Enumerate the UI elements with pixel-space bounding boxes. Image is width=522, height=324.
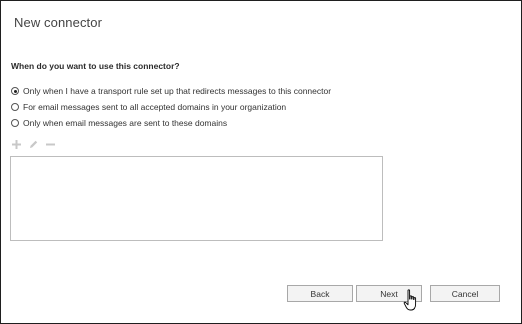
connector-usage-question: When do you want to use this connector? [11,61,180,71]
radio-specific-domains[interactable] [11,119,19,127]
dialog-title: New connector [14,15,103,30]
option-specific-domains-label: Only when email messages are sent to the… [23,118,228,128]
option-transport-rule[interactable]: Only when I have a transport rule set up… [11,85,331,97]
radio-all-accepted-domains[interactable] [11,103,19,111]
option-all-accepted-domains-label: For email messages sent to all accepted … [23,102,287,112]
cancel-button[interactable]: Cancel [430,285,500,302]
new-connector-dialog: New connector When do you want to use th… [0,0,522,324]
next-button[interactable]: Next [356,285,422,302]
radio-transport-rule[interactable] [11,87,19,95]
domain-toolbar [11,138,62,150]
back-button[interactable]: Back [287,285,353,302]
domain-list[interactable] [10,156,383,241]
minus-icon[interactable] [45,139,56,150]
option-specific-domains[interactable]: Only when email messages are sent to the… [11,117,227,129]
option-all-accepted-domains[interactable]: For email messages sent to all accepted … [11,101,286,113]
plus-icon[interactable] [11,139,22,150]
option-transport-rule-label: Only when I have a transport rule set up… [23,86,332,96]
pencil-icon[interactable] [28,139,39,150]
